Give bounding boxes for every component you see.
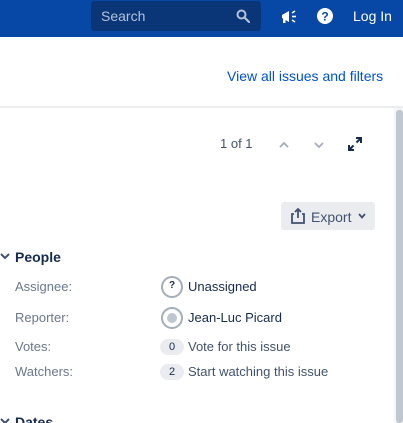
people-section-title[interactable]: People xyxy=(15,249,61,265)
collapse-icon[interactable] xyxy=(0,416,10,423)
search-icon[interactable] xyxy=(236,9,250,23)
pager-count: 1 of 1 xyxy=(220,136,253,151)
export-label: Export xyxy=(311,209,352,225)
top-navigation-bar: Search ? Log In xyxy=(0,0,403,37)
user-avatar-icon xyxy=(167,313,177,323)
avatar: ? xyxy=(161,276,183,298)
login-link[interactable]: Log In xyxy=(353,8,392,24)
reporter-label: Reporter: xyxy=(15,310,70,325)
assignee-label: Assignee: xyxy=(15,279,73,294)
search-input[interactable]: Search xyxy=(91,1,261,31)
vote-link[interactable]: Vote for this issue xyxy=(188,339,291,354)
expand-icon[interactable] xyxy=(347,136,363,152)
chevron-down-icon[interactable] xyxy=(311,137,327,153)
dates-section-title[interactable]: Dates xyxy=(15,414,53,423)
export-icon xyxy=(291,208,305,224)
help-icon[interactable]: ? xyxy=(317,8,333,24)
export-button[interactable]: Export xyxy=(281,202,375,230)
avatar xyxy=(161,307,183,329)
megaphone-icon[interactable] xyxy=(280,8,298,26)
collapse-icon[interactable] xyxy=(0,251,10,261)
watchers-label: Watchers: xyxy=(15,364,74,379)
unknown-user-icon: ? xyxy=(168,280,176,291)
chevron-up-icon[interactable] xyxy=(276,137,292,153)
votes-count-badge: 0 xyxy=(160,339,184,355)
watch-link[interactable]: Start watching this issue xyxy=(188,364,328,379)
assignee-value: Unassigned xyxy=(188,279,257,294)
search-placeholder: Search xyxy=(101,8,146,24)
votes-label: Votes: xyxy=(15,339,52,354)
scrollbar-thumb[interactable] xyxy=(396,110,403,423)
chevron-down-icon xyxy=(358,213,366,219)
view-all-issues-link[interactable]: View all issues and filters xyxy=(227,68,383,84)
divider xyxy=(0,106,403,108)
svg-text:?: ? xyxy=(321,10,328,24)
reporter-value[interactable]: Jean-Luc Picard xyxy=(188,310,282,325)
watchers-count-badge: 2 xyxy=(160,364,184,380)
